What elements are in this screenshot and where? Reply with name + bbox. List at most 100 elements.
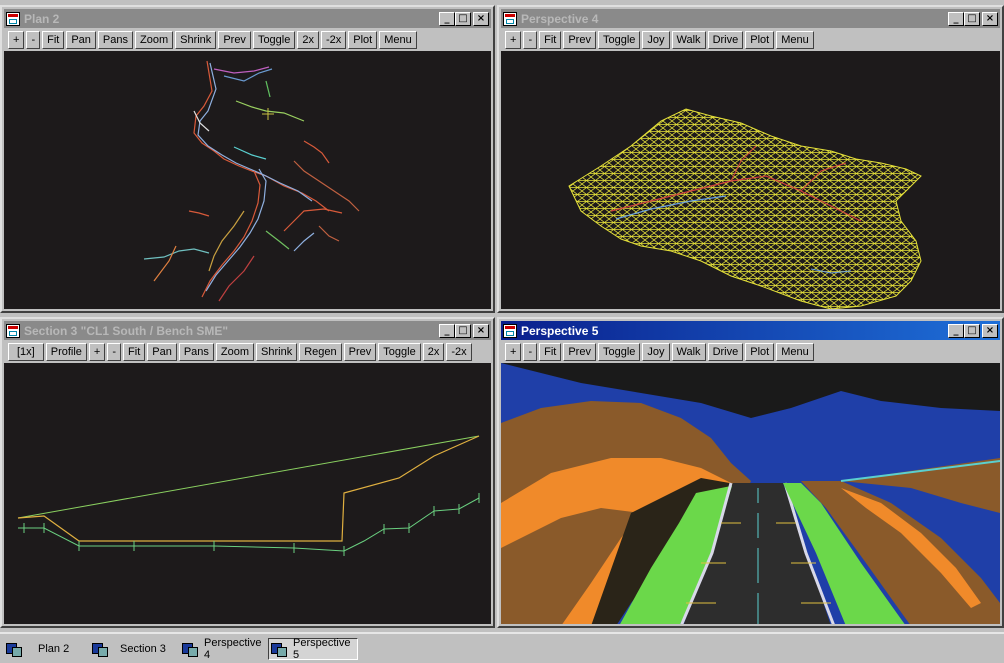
perspective4-toolbar: + - Fit Prev Toggle Joy Walk Drive Plot … (501, 30, 1000, 50)
zoom-button[interactable]: Zoom (135, 31, 174, 49)
zoom-in-button[interactable]: + (505, 343, 522, 361)
cross-section-drawing (17, 435, 480, 556)
plan-toolbar: + - Fit Pan Pans Zoom Shrink Prev Toggle… (4, 30, 491, 50)
prev-button[interactable]: Prev (563, 31, 596, 49)
perspective5-viewport[interactable] (501, 363, 1000, 624)
plan-drawing (143, 60, 360, 302)
section-window[interactable]: Section 3 "CL1 South / Bench SME" _ □ × … (0, 317, 495, 628)
pans-button[interactable]: Pans (178, 343, 214, 361)
perspective4-viewport[interactable] (501, 51, 1000, 309)
app-icon[interactable] (503, 11, 517, 26)
section-toolbar: [1x] Profile + - Fit Pan Pans Zoom Shrin… (4, 342, 491, 362)
walk-button[interactable]: Walk (671, 31, 706, 49)
prev-button[interactable]: Prev (563, 343, 596, 361)
pan-button[interactable]: Pan (147, 343, 177, 361)
2x-button[interactable]: 2x (297, 31, 319, 49)
joy-button[interactable]: Joy (642, 343, 670, 361)
maximize-button[interactable]: □ (964, 323, 980, 338)
app-icon[interactable] (6, 323, 20, 338)
profile-button[interactable]: Profile (45, 343, 87, 361)
minimize-button[interactable]: _ (948, 323, 964, 338)
road-render (501, 363, 1000, 624)
zoom-in-button[interactable]: + (505, 31, 522, 49)
app-icon[interactable] (503, 323, 517, 338)
taskbar-item-perspective5[interactable]: Perspective 5 (268, 637, 358, 661)
zoom-in-button[interactable]: + (8, 31, 25, 49)
window-icon (271, 642, 287, 657)
plot-button[interactable]: Plot (745, 343, 775, 361)
terrain-mesh (568, 108, 922, 309)
fit-button[interactable]: Fit (539, 343, 562, 361)
close-button[interactable]: × (473, 323, 489, 338)
window-title: Section 3 "CL1 South / Bench SME" (24, 323, 229, 338)
taskbar: Plan 2 Section 3 Perspective 4 Perspecti… (0, 632, 1004, 663)
perspective4-titlebar[interactable]: Perspective 4 _ □ × (501, 9, 1000, 28)
plan-viewport[interactable] (4, 51, 491, 309)
plan-window[interactable]: Plan 2 _ □ × + - Fit Pan Pans Zoom Shrin… (0, 5, 495, 313)
toggle-button[interactable]: Toggle (597, 343, 641, 361)
taskbar-item-label: Perspective 4 (204, 637, 262, 661)
close-button[interactable]: × (982, 11, 998, 26)
taskbar-item-plan[interactable]: Plan 2 (2, 638, 86, 660)
close-button[interactable]: × (473, 11, 489, 26)
minus-2x-button[interactable]: -2x (320, 31, 347, 49)
menu-button[interactable]: Menu (776, 31, 814, 49)
scale-button[interactable]: [1x] (8, 343, 44, 361)
walk-button[interactable]: Walk (671, 343, 706, 361)
fit-button[interactable]: Fit (123, 343, 146, 361)
zoom-button[interactable]: Zoom (215, 343, 255, 361)
prev-button[interactable]: Prev (218, 31, 251, 49)
section-titlebar[interactable]: Section 3 "CL1 South / Bench SME" _ □ × (4, 321, 491, 340)
shrink-button[interactable]: Shrink (256, 343, 298, 361)
fit-button[interactable]: Fit (42, 31, 65, 49)
minimize-button[interactable]: _ (439, 323, 455, 338)
shrink-button[interactable]: Shrink (175, 31, 217, 49)
zoom-out-button[interactable]: - (523, 31, 538, 49)
minus-2x-button[interactable]: -2x (446, 343, 472, 361)
joy-button[interactable]: Joy (642, 31, 670, 49)
section-viewport[interactable] (4, 363, 491, 624)
minimize-button[interactable]: _ (439, 11, 455, 26)
menu-button[interactable]: Menu (379, 31, 417, 49)
prev-button[interactable]: Prev (343, 343, 377, 361)
fit-button[interactable]: Fit (539, 31, 562, 49)
regen-button[interactable]: Regen (299, 343, 342, 361)
taskbar-item-label: Section 3 (120, 643, 166, 655)
perspective5-window[interactable]: Perspective 5 _ □ × + - Fit Prev Toggle … (497, 317, 1004, 628)
zoom-in-button[interactable]: + (88, 343, 106, 361)
maximize-button[interactable]: □ (455, 323, 471, 338)
plot-button[interactable]: Plot (348, 31, 378, 49)
toggle-button[interactable]: Toggle (597, 31, 641, 49)
pans-button[interactable]: Pans (97, 31, 133, 49)
zoom-out-button[interactable]: - (107, 343, 122, 361)
window-icon (182, 642, 198, 657)
maximize-button[interactable]: □ (455, 11, 471, 26)
taskbar-item-label: Perspective 5 (293, 637, 351, 661)
menu-button[interactable]: Menu (776, 343, 814, 361)
perspective5-titlebar[interactable]: Perspective 5 _ □ × (501, 321, 1000, 340)
window-title: Perspective 5 (521, 323, 599, 338)
perspective5-toolbar: + - Fit Prev Toggle Joy Walk Drive Plot … (501, 342, 1000, 362)
close-button[interactable]: × (982, 323, 998, 338)
perspective4-window[interactable]: Perspective 4 _ □ × + - Fit Prev Toggle … (497, 5, 1004, 313)
taskbar-item-label: Plan 2 (38, 643, 70, 655)
toggle-button[interactable]: Toggle (378, 343, 421, 361)
app-icon[interactable] (6, 11, 20, 26)
plot-button[interactable]: Plot (745, 31, 775, 49)
pan-button[interactable]: Pan (66, 31, 96, 49)
drive-button[interactable]: Drive (707, 343, 744, 361)
window-title: Perspective 4 (521, 11, 599, 26)
window-icon (6, 642, 22, 657)
window-title: Plan 2 (24, 11, 60, 26)
2x-button[interactable]: 2x (422, 343, 445, 361)
zoom-out-button[interactable]: - (523, 343, 538, 361)
maximize-button[interactable]: □ (964, 11, 980, 26)
minimize-button[interactable]: _ (948, 11, 964, 26)
toggle-button[interactable]: Toggle (252, 31, 296, 49)
plan-titlebar[interactable]: Plan 2 _ □ × (4, 9, 491, 28)
taskbar-item-section[interactable]: Section 3 (88, 638, 176, 660)
taskbar-item-perspective4[interactable]: Perspective 4 (178, 637, 266, 661)
zoom-out-button[interactable]: - (26, 31, 41, 49)
window-icon (92, 642, 108, 657)
drive-button[interactable]: Drive (707, 31, 744, 49)
